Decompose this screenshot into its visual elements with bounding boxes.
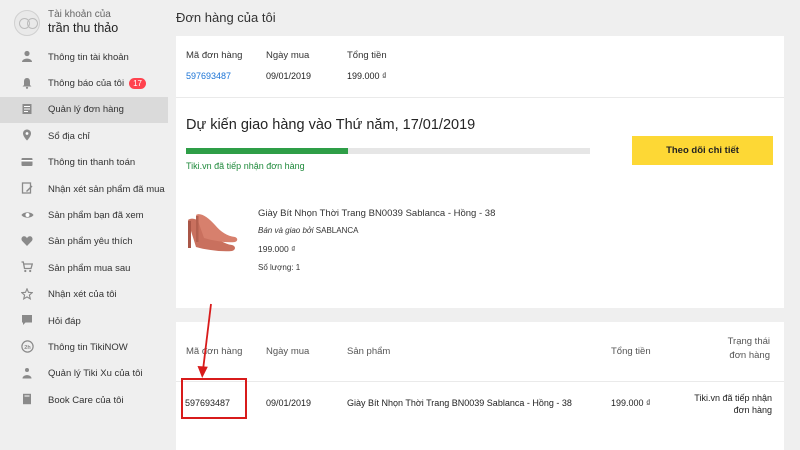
order-id-link[interactable]: 597693487 bbox=[186, 71, 231, 81]
product-quantity: Số lượng: 1 bbox=[258, 263, 301, 272]
delivery-progress-fill bbox=[186, 148, 348, 154]
sidebar-item-my-reviews[interactable]: Nhận xét của tôi bbox=[0, 282, 168, 308]
sidebar-item-tikinow[interactable]: 2h Thông tin TikiNOW bbox=[0, 334, 168, 360]
sidebar-item-label: Sản phẩm yêu thích bbox=[48, 236, 133, 248]
svg-text:2h: 2h bbox=[24, 345, 31, 351]
sidebar-item-orders[interactable]: Quản lý đơn hàng bbox=[0, 96, 168, 124]
page-title: Đơn hàng của tôi bbox=[176, 10, 276, 25]
sidebar-item-tiki-xu[interactable]: Quản lý Tiki Xu của tôi bbox=[0, 361, 168, 387]
product-seller: Bán và giao bởi SABLANCA bbox=[258, 226, 358, 235]
order-detail-card: Mã đơn hàng Ngày mua Tổng tiền 597693487… bbox=[176, 36, 784, 308]
star-icon bbox=[20, 287, 34, 302]
col-header-status: Trạng thái đơn hàng bbox=[728, 336, 770, 361]
sidebar: Tài khoản của trần thu thảo Thông tin tà… bbox=[0, 0, 168, 450]
sidebar-item-label: Quản lý Tiki Xu của tôi bbox=[48, 368, 143, 380]
account-caption: Tài khoản của bbox=[48, 9, 111, 20]
order-list-table: Mã đơn hàng Ngày mua Sản phẩm Tổng tiền … bbox=[176, 322, 784, 450]
table-cell-product: Giày Bít Nhọn Thời Trang BN0039 Sablanca… bbox=[347, 398, 572, 408]
sidebar-item-label: Thông tin TikiNOW bbox=[48, 341, 128, 353]
sidebar-item-label: Nhận xét sản phẩm đã mua bbox=[48, 183, 165, 195]
table-cell-total: 199.000 ₫ bbox=[611, 398, 651, 408]
sidebar-menu: Thông tin tài khoản Thông báo của tôi 17… bbox=[0, 44, 168, 413]
cart-icon bbox=[20, 261, 34, 275]
sidebar-item-address-book[interactable]: Sổ địa chỉ bbox=[0, 123, 168, 149]
user-name: trần thu thảo bbox=[48, 21, 119, 35]
sidebar-item-label: Thông tin thanh toán bbox=[48, 157, 136, 169]
divider bbox=[176, 381, 784, 382]
sidebar-item-label: Sổ địa chỉ bbox=[48, 130, 90, 142]
bell-icon bbox=[20, 77, 34, 91]
divider bbox=[176, 97, 784, 98]
delivery-status-note: Tiki.vn đã tiếp nhận đơn hàng bbox=[186, 161, 305, 171]
sidebar-item-label: Sản phẩm mua sau bbox=[48, 262, 131, 274]
order-id-label: Mã đơn hàng bbox=[186, 50, 243, 61]
table-cell-date: 09/01/2019 bbox=[266, 398, 312, 408]
notification-count-badge: 17 bbox=[129, 78, 146, 90]
sidebar-item-qa[interactable]: Hỏi đáp bbox=[0, 308, 168, 334]
track-order-button[interactable]: Theo dõi chi tiết bbox=[632, 136, 773, 165]
chat-icon bbox=[20, 314, 34, 328]
person-icon bbox=[20, 50, 34, 64]
product-image[interactable] bbox=[184, 206, 240, 256]
sidebar-item-buy-later[interactable]: Sản phẩm mua sau bbox=[0, 255, 168, 281]
table-cell-status: Tiki.vn đã tiếp nhận đơn hàng bbox=[694, 392, 772, 416]
annotation-highlight-box bbox=[181, 378, 247, 419]
heart-icon bbox=[20, 235, 34, 249]
coin-icon bbox=[20, 367, 34, 381]
sidebar-item-account-info[interactable]: Thông tin tài khoản bbox=[0, 44, 168, 70]
delivery-progress-bar bbox=[186, 148, 590, 154]
sidebar-item-viewed-products[interactable]: Sản phẩm bạn đã xem bbox=[0, 202, 168, 228]
col-header-status-line1: Trạng thái bbox=[727, 336, 770, 347]
order-total-label: Tổng tiền bbox=[347, 50, 387, 61]
order-date-value: 09/01/2019 bbox=[266, 71, 312, 81]
annotation-arrow bbox=[197, 303, 212, 378]
table-cell-status-line1: Tiki.vn đã tiếp nhận bbox=[694, 393, 772, 403]
table-cell-status-line2: đơn hàng bbox=[733, 405, 772, 415]
seller-name[interactable]: SABLANCA bbox=[316, 226, 359, 235]
sidebar-item-label: Sản phẩm bạn đã xem bbox=[48, 210, 144, 222]
col-header-date: Ngày mua bbox=[266, 346, 310, 357]
eye-icon bbox=[20, 209, 34, 223]
review-icon bbox=[20, 182, 34, 196]
sidebar-item-book-care[interactable]: Book Care của tôi bbox=[0, 387, 168, 413]
product-price: 199.000 ₫ bbox=[258, 244, 296, 254]
user-info: Tài khoản của trần thu thảo bbox=[14, 8, 118, 36]
location-icon bbox=[20, 129, 34, 143]
orders-icon bbox=[20, 103, 34, 117]
col-header-status-line2: đơn hàng bbox=[729, 350, 770, 361]
sidebar-item-favorites[interactable]: Sản phẩm yêu thích bbox=[0, 229, 168, 255]
estimated-delivery-title: Dự kiến giao hàng vào Thứ năm, 17/01/201… bbox=[186, 117, 476, 133]
col-header-total: Tổng tiền bbox=[611, 346, 651, 357]
sidebar-item-label: Hỏi đáp bbox=[48, 315, 81, 327]
sidebar-item-product-reviews[interactable]: Nhận xét sản phẩm đã mua bbox=[0, 176, 168, 202]
sidebar-item-payment-info[interactable]: Thông tin thanh toán bbox=[0, 150, 168, 176]
book-icon bbox=[20, 393, 34, 407]
col-header-product: Sản phẩm bbox=[347, 346, 391, 357]
sidebar-item-label: Nhận xét của tôi bbox=[48, 289, 117, 301]
seller-prefix: Bán và giao bởi bbox=[258, 226, 314, 235]
sidebar-item-label: Quản lý đơn hàng bbox=[48, 104, 124, 116]
order-total-value: 199.000 ₫ bbox=[347, 71, 387, 81]
sidebar-item-notifications[interactable]: Thông báo của tôi 17 bbox=[0, 70, 168, 96]
product-name[interactable]: Giày Bít Nhọn Thời Trang BN0039 Sablanca… bbox=[258, 208, 495, 219]
sidebar-item-label: Thông báo của tôi bbox=[48, 78, 125, 90]
tikinow-icon: 2h bbox=[20, 340, 34, 354]
credit-card-icon bbox=[20, 156, 34, 170]
order-date-label: Ngày mua bbox=[266, 50, 310, 61]
avatar bbox=[14, 10, 40, 36]
sidebar-item-label: Thông tin tài khoản bbox=[48, 51, 129, 63]
sidebar-item-label: Book Care của tôi bbox=[48, 394, 124, 406]
